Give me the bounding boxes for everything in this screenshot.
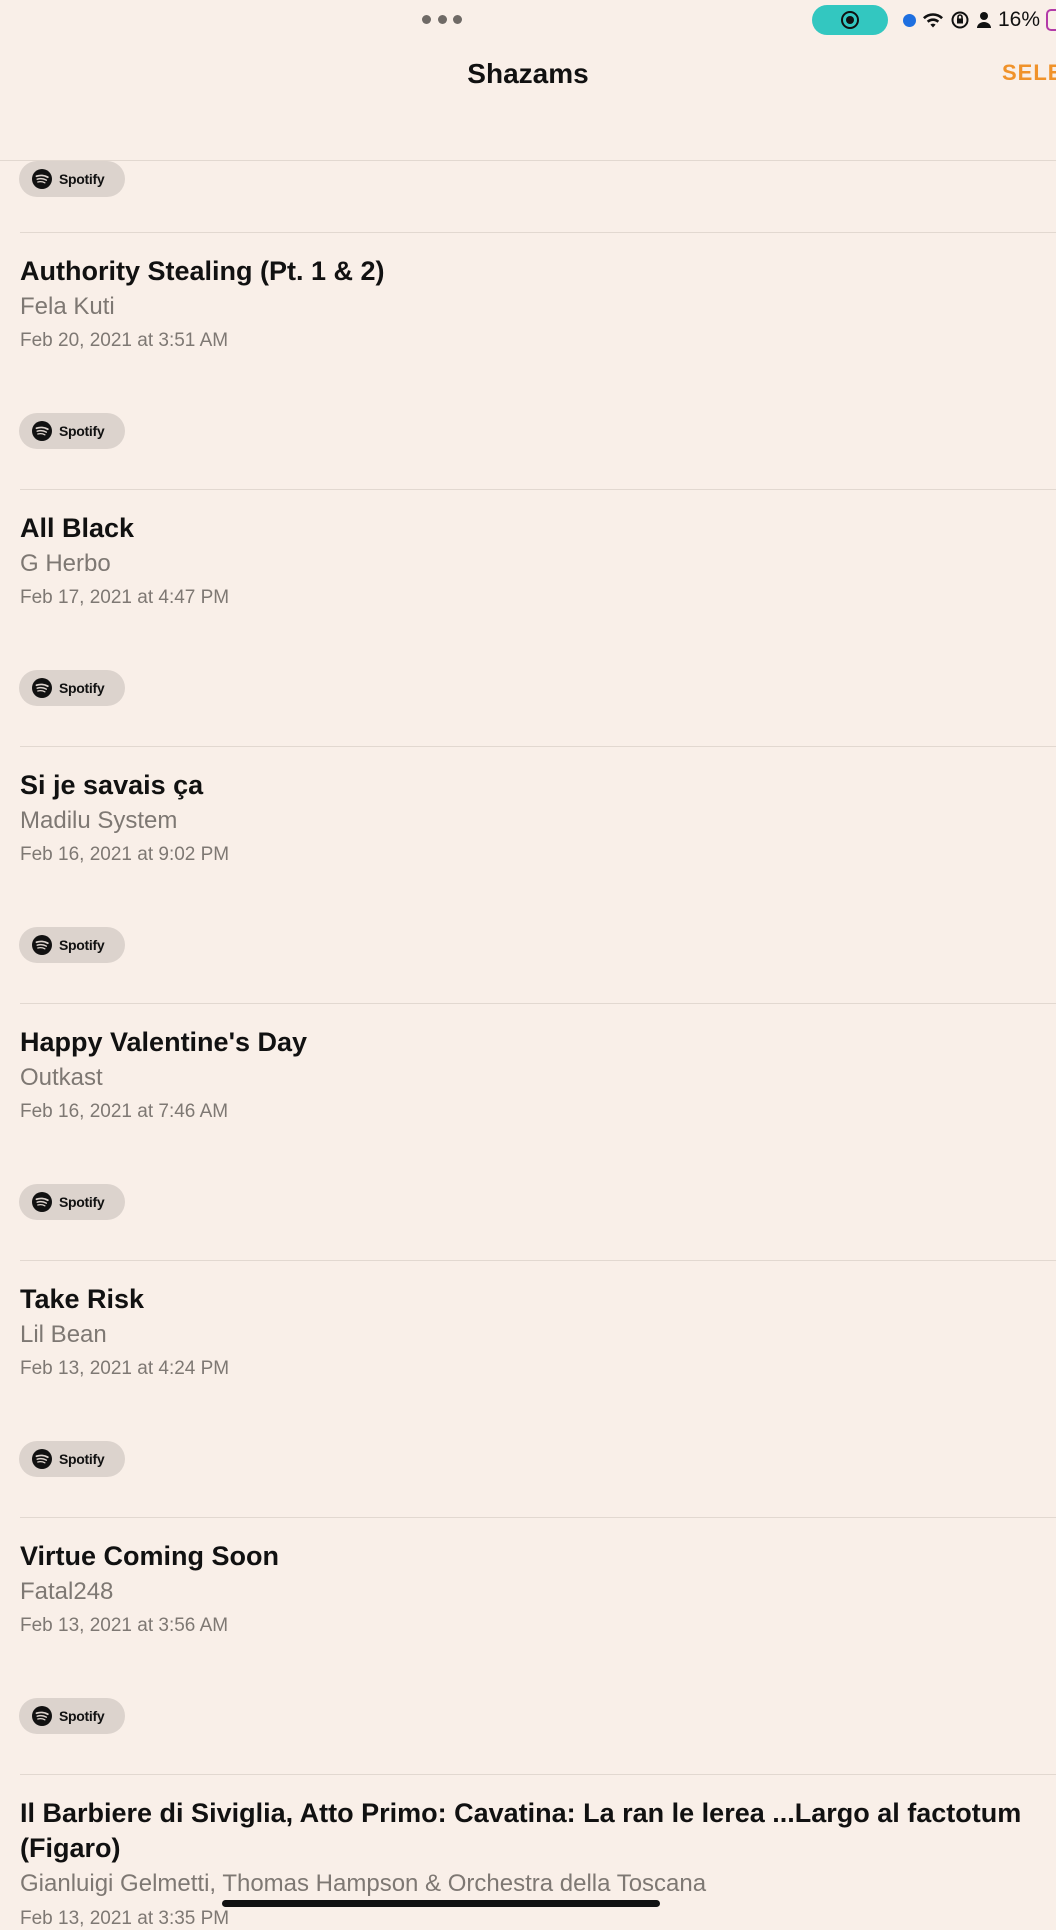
spotify-icon	[32, 1449, 52, 1469]
orientation-lock-icon	[951, 11, 969, 29]
song-artist: Outkast	[20, 1064, 103, 1091]
list-item-partial: Spotify	[0, 161, 1056, 233]
spotify-label: Spotify	[59, 1451, 105, 1467]
spotify-icon	[32, 169, 52, 189]
song-artist: Lil Bean	[20, 1321, 107, 1348]
spotify-button[interactable]: Spotify	[19, 927, 125, 963]
wifi-icon	[922, 13, 943, 28]
record-icon	[841, 11, 859, 29]
list-item[interactable]: Si je savais ça Madilu System Feb 16, 20…	[0, 746, 1056, 1003]
song-title: Happy Valentine's Day	[20, 1027, 308, 1057]
song-artist: Gianluigi Gelmetti, Thomas Hampson & Orc…	[20, 1870, 707, 1897]
spotify-button[interactable]: Spotify	[19, 413, 125, 449]
list-item[interactable]: Take Risk Lil Bean Feb 13, 2021 at 4:24 …	[0, 1260, 1056, 1517]
status-bar: 16%	[0, 0, 1056, 40]
spotify-button[interactable]: Spotify	[19, 161, 125, 197]
song-artist: G Herbo	[20, 550, 111, 577]
row-divider	[20, 232, 1056, 233]
song-artist: Madilu System	[20, 807, 178, 834]
row-divider	[20, 489, 1056, 490]
song-date: Feb 13, 2021 at 4:24 PM	[20, 1358, 230, 1379]
song-date: Feb 13, 2021 at 3:35 PM	[20, 1908, 230, 1929]
song-title: Si je savais ça	[20, 770, 204, 800]
row-divider	[20, 1517, 1056, 1518]
screen-recording-indicator[interactable]	[812, 5, 888, 35]
song-date: Feb 16, 2021 at 9:02 PM	[20, 844, 230, 865]
spotify-button[interactable]: Spotify	[19, 1184, 125, 1220]
spotify-icon	[32, 421, 52, 441]
spotify-label: Spotify	[59, 680, 105, 696]
list-item[interactable]: Il Barbiere di Siviglia, Atto Primo: Cav…	[0, 1774, 1056, 1929]
song-title: All Black	[20, 513, 135, 543]
spotify-label: Spotify	[59, 171, 105, 187]
spotify-label: Spotify	[59, 1194, 105, 1210]
row-divider	[20, 1003, 1056, 1004]
status-icons: 16%	[902, 6, 1056, 34]
song-title: Il Barbiere di Siviglia, Atto Primo: Cav…	[20, 1798, 1022, 1863]
row-divider	[20, 746, 1056, 747]
spotify-button[interactable]: Spotify	[19, 670, 125, 706]
spotify-label: Spotify	[59, 1708, 105, 1724]
song-date: Feb 20, 2021 at 3:51 AM	[20, 330, 229, 351]
song-date: Feb 16, 2021 at 7:46 AM	[20, 1101, 229, 1122]
list-item[interactable]: All Black G Herbo Feb 17, 2021 at 4:47 P…	[0, 489, 1056, 746]
home-indicator[interactable]	[222, 1900, 660, 1907]
row-divider	[20, 1774, 1056, 1775]
list-item[interactable]: Virtue Coming Soon Fatal248 Feb 13, 2021…	[0, 1517, 1056, 1774]
song-title: Take Risk	[20, 1284, 145, 1314]
location-dot-icon	[902, 13, 916, 27]
song-title: Virtue Coming Soon	[20, 1541, 280, 1571]
list-item[interactable]: Happy Valentine's Day Outkast Feb 16, 20…	[0, 1003, 1056, 1260]
spotify-label: Spotify	[59, 423, 105, 439]
multitasking-dots-icon[interactable]	[422, 13, 462, 25]
song-artist: Fatal248	[20, 1578, 114, 1605]
row-divider	[20, 1260, 1056, 1261]
page-title: Shazams	[467, 58, 589, 89]
select-button[interactable]: SELE	[1002, 60, 1056, 86]
list-item[interactable]: Authority Stealing (Pt. 1 & 2) Fela Kuti…	[0, 232, 1056, 489]
song-date: Feb 17, 2021 at 4:47 PM	[20, 587, 230, 608]
song-date: Feb 13, 2021 at 3:56 AM	[20, 1615, 229, 1636]
spotify-icon	[32, 935, 52, 955]
song-artist: Fela Kuti	[20, 293, 115, 320]
spotify-button[interactable]: Spotify	[19, 1441, 125, 1477]
spotify-icon	[32, 678, 52, 698]
spotify-label: Spotify	[59, 937, 105, 953]
battery-icon	[1046, 9, 1056, 31]
battery-percent: 16%	[997, 8, 1040, 31]
navigation-bar: Shazams SELE	[0, 40, 1056, 160]
spotify-icon	[32, 1192, 52, 1212]
spotify-icon	[32, 1706, 52, 1726]
person-icon	[976, 12, 991, 28]
song-title: Authority Stealing (Pt. 1 & 2)	[20, 256, 385, 286]
spotify-button[interactable]: Spotify	[19, 1698, 125, 1734]
